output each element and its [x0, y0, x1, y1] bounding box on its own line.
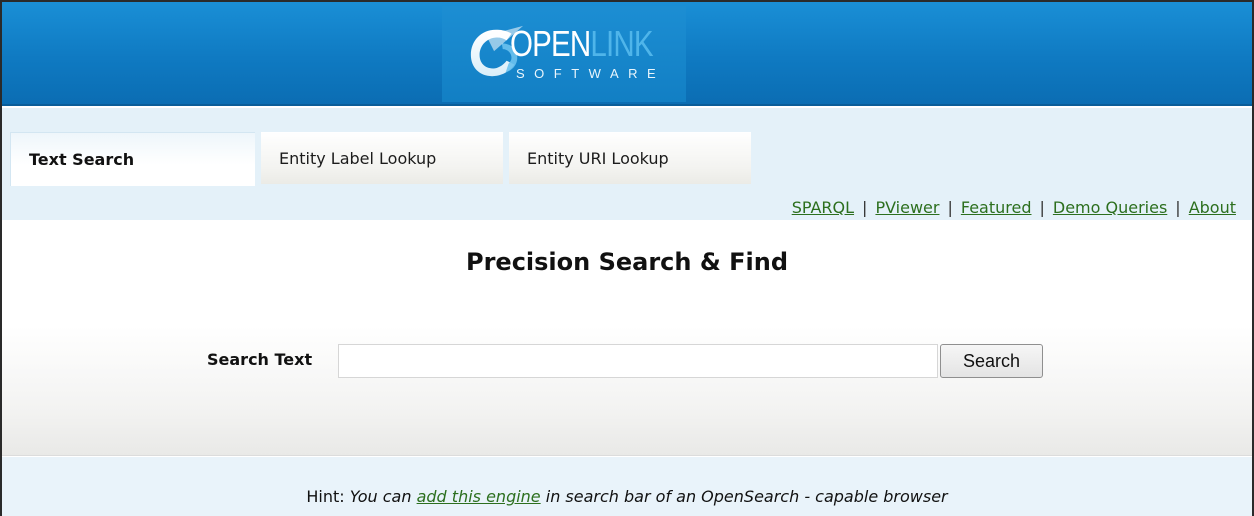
tab-entity-label-lookup[interactable]: Entity Label Lookup — [261, 132, 503, 184]
link-sparql[interactable]: SPARQL — [792, 198, 854, 217]
hint-prefix: Hint: — [306, 487, 345, 506]
site-header: OPENLINK SOFTWARE — [2, 2, 1252, 106]
link-about[interactable]: About — [1189, 198, 1236, 217]
search-text-label: Search Text — [207, 350, 313, 369]
hint-footer: Hint: You can add this engine in search … — [2, 457, 1252, 516]
tab-bar: Text Search Entity Label Lookup Entity U… — [2, 108, 1252, 220]
logo-subtitle: SOFTWARE — [516, 66, 666, 81]
logo-wordmark: OPENLINK — [510, 23, 654, 64]
hint-italic-a: You can — [349, 487, 412, 506]
hint-text: Hint: You can add this engine in search … — [2, 487, 1252, 506]
top-links: SPARQL | PViewer | Featured | Demo Queries | Abo… — [792, 198, 1236, 217]
logo-text: OPENLINK SOFTWARE — [510, 23, 684, 82]
logo-word-link: LINK — [590, 23, 653, 64]
search-panel: Precision Search & Find Search Text Sear… — [2, 220, 1252, 456]
link-featured[interactable]: Featured — [961, 198, 1032, 217]
link-separator: | — [947, 198, 953, 217]
page-title: Precision Search & Find — [465, 248, 789, 276]
add-engine-link[interactable]: add this engine — [417, 487, 541, 506]
tab-entity-uri-lookup[interactable]: Entity URI Lookup — [509, 132, 751, 184]
search-button[interactable]: Search — [940, 344, 1043, 378]
tab-text-search[interactable]: Text Search — [10, 132, 255, 186]
link-separator: | — [1039, 198, 1045, 217]
search-input[interactable] — [338, 344, 938, 378]
hint-italic-b: in search bar of an OpenSearch - capable… — [545, 487, 948, 506]
openlink-logo[interactable]: OPENLINK SOFTWARE — [442, 6, 686, 102]
page-frame: OPENLINK SOFTWARE Text Search Entity Lab… — [0, 0, 1254, 516]
link-separator: | — [862, 198, 868, 217]
link-pviewer[interactable]: PViewer — [875, 198, 939, 217]
link-demo-queries[interactable]: Demo Queries — [1053, 198, 1167, 217]
link-separator: | — [1175, 198, 1181, 217]
logo-word-open: OPEN — [510, 23, 591, 64]
